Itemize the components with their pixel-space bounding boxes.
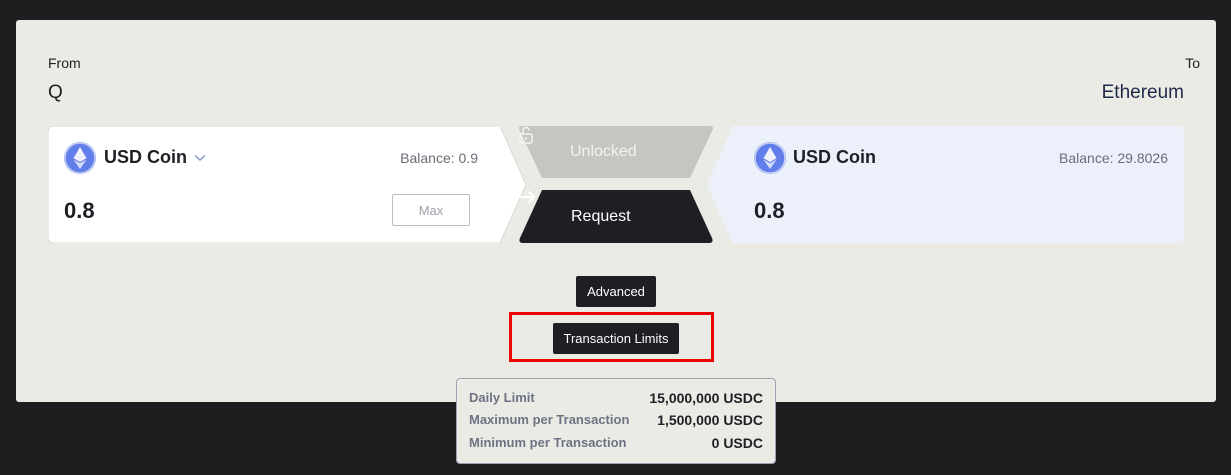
limit-label: Daily Limit (469, 390, 535, 405)
limit-row: Daily Limit 15,000,000 USDC (469, 390, 763, 410)
limit-row: Maximum per Transaction 1,500,000 USDC (469, 412, 763, 432)
unlock-icon (519, 126, 533, 144)
request-button[interactable]: Request (518, 190, 714, 243)
dest-token-name: USD Coin (793, 147, 876, 167)
to-label: To (1185, 55, 1200, 71)
transaction-limits-tooltip: Daily Limit 15,000,000 USDC Maximum per … (456, 378, 776, 464)
source-amount-input[interactable]: 0.8 (64, 198, 95, 224)
dest-amount: 0.8 (754, 198, 785, 223)
limit-label: Minimum per Transaction (469, 435, 627, 450)
source-token-select[interactable]: USD Coin (104, 147, 187, 168)
limit-value: 0 USDC (711, 435, 763, 451)
from-network[interactable]: Q (48, 82, 63, 104)
chevron-down-icon[interactable] (194, 154, 206, 162)
ethereum-icon (754, 142, 786, 174)
arrow-right-icon (519, 190, 536, 204)
request-label: Request (571, 208, 631, 225)
limit-value: 1,500,000 USDC (657, 412, 763, 428)
unlocked-button[interactable]: Unlocked (518, 126, 714, 178)
limit-label: Maximum per Transaction (469, 412, 630, 427)
ethereum-icon (64, 142, 96, 174)
advanced-button[interactable]: Advanced (576, 276, 656, 307)
unlocked-label: Unlocked (570, 143, 637, 160)
limit-row: Minimum per Transaction 0 USDC (469, 435, 763, 455)
from-label: From (48, 55, 81, 71)
highlight-box (509, 312, 714, 362)
max-button[interactable]: Max (392, 194, 470, 226)
to-network[interactable]: Ethereum (1102, 82, 1184, 104)
dest-balance: Balance: 29.8026 (1059, 150, 1168, 166)
source-balance: Balance: 0.9 (400, 150, 478, 166)
limit-value: 15,000,000 USDC (649, 390, 763, 406)
